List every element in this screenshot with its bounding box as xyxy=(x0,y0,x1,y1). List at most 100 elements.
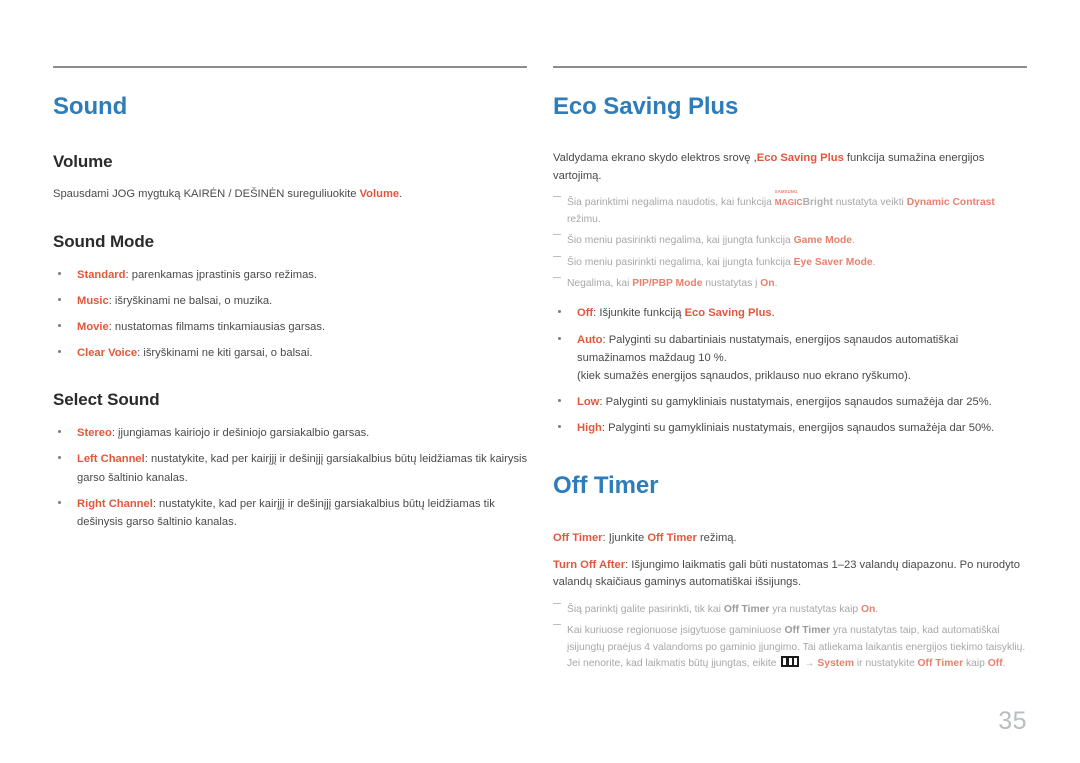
note-text: ir nustatykite xyxy=(854,658,918,670)
note-accent-term: Off xyxy=(987,658,1003,670)
heading-sound-mode: Sound Mode xyxy=(53,231,154,251)
off-timer-accent: Off Timer xyxy=(647,531,697,544)
note-dash-icon xyxy=(553,276,561,285)
bullet-dot-icon xyxy=(58,297,61,301)
list-item-term: Music xyxy=(77,294,109,307)
bullet-dot-icon xyxy=(558,336,561,340)
note-text: režimu. xyxy=(567,213,601,225)
note-text: → xyxy=(801,658,818,670)
bullet-dot-icon xyxy=(558,310,561,314)
left-column: Sound Volume Spausdami JOG mygtuką KAIRĖ… xyxy=(53,66,528,539)
list-item-term: Left Channel xyxy=(77,453,145,466)
note-line: Šią parinktį galite pasirinkti, tik kai … xyxy=(553,602,1028,618)
note-accent-term: Off Timer xyxy=(917,658,964,670)
note-text: . xyxy=(774,277,778,289)
note-text: . xyxy=(872,256,876,268)
heading-select-sound: Select Sound xyxy=(53,390,160,410)
note-text: yra nustatytas kaip xyxy=(769,603,861,615)
list-item-desc: : Palyginti su gamykliniais nustatymais,… xyxy=(599,396,992,409)
note-line: Negalima, kai PIP/PBP Mode nustatytas į … xyxy=(553,276,1028,292)
list-item-term: Standard xyxy=(77,268,126,281)
note-accent-term: On xyxy=(760,277,775,289)
section-rule-right xyxy=(553,66,1027,68)
note-strong-term: Off Timer xyxy=(784,625,831,637)
off-timer-para-2: Turn Off After: Išjungimo laikmatis gali… xyxy=(553,557,1028,592)
off-timer-post: režimą. xyxy=(696,531,737,544)
off-timer-para-1: Off Timer: Įjunkite Off Timer režimą. xyxy=(553,530,1028,547)
list-item: Low: Palyginti su gamykliniais nustatyma… xyxy=(553,393,1028,411)
list-item: Auto: Palyginti su dabartiniais nustatym… xyxy=(553,331,1028,385)
list-item-desc: : nustatomas filmams tinkamiausias garsa… xyxy=(108,321,326,334)
note-dash-icon xyxy=(553,624,561,632)
sound-mode-list: Standard: parenkamas įprastinis garso re… xyxy=(53,266,528,363)
volume-text-pre: Spausdami JOG mygtuką KAIRĖN / DEŠINĖN s… xyxy=(53,188,360,201)
list-item-desc: : Palyginti su dabartiniais nustatymais,… xyxy=(577,333,959,364)
note-line: Šio meniu pasirinkti negalima, kai įjung… xyxy=(553,233,1028,249)
list-item: Stereo: įjungiamas kairiojo ir dešiniojo… xyxy=(53,424,528,442)
off-timer-term: Off Timer xyxy=(553,531,603,544)
list-item-desc: : išryškinami ne kiti garsai, o balsai. xyxy=(137,347,313,360)
list-item-desc: : Išjunkite funkciją xyxy=(593,307,685,320)
note-text: nustatyta veikti xyxy=(832,197,907,209)
note-line: Šio meniu pasirinkti negalima, kai įjung… xyxy=(553,255,1028,271)
bullet-dot-icon xyxy=(558,425,561,429)
off-timer-notes: Šią parinktį galite pasirinkti, tik kai … xyxy=(553,602,1028,673)
page-title-eco-saving-plus: Eco Saving Plus xyxy=(553,93,739,120)
page-number: 35 xyxy=(998,707,1027,735)
list-item: Clear Voice: išryškinami ne kiti garsai,… xyxy=(53,344,528,362)
document-page: Sound Volume Spausdami JOG mygtuką KAIRĖ… xyxy=(0,0,1080,763)
note-accent-term: System xyxy=(817,658,855,670)
note-dash-icon xyxy=(553,255,561,264)
note-text: Šio meniu pasirinkti negalima, kai įjung… xyxy=(567,256,794,268)
list-item-term: High xyxy=(577,422,602,435)
eco-saving-list: Off: Išjunkite funkciją Eco Saving Plus.… xyxy=(553,304,1028,437)
list-item-desc: : išryškinami ne balsai, o muzika. xyxy=(108,294,273,307)
list-item: Left Channel: nustatykite, kad per kairį… xyxy=(53,450,528,486)
bullet-dot-icon xyxy=(58,430,61,434)
list-item-term: Off xyxy=(577,307,594,320)
note-text: . xyxy=(875,603,879,615)
list-item-term: Movie xyxy=(77,321,109,334)
volume-text-post: . xyxy=(399,188,403,201)
eco-intro: Valdydama ekrano skydo elektros srovę ,E… xyxy=(553,150,1028,185)
page-title-sound: Sound xyxy=(53,93,128,120)
bullet-dot-icon xyxy=(58,500,61,504)
section-rule-left xyxy=(53,66,527,68)
note-text: Negalima, kai xyxy=(567,277,633,289)
list-item-desc-accent: Eco Saving Plus xyxy=(684,307,772,320)
note-accent-term: Dynamic Contrast xyxy=(906,197,995,209)
magic-wordmark: MAGIC xyxy=(774,198,803,208)
list-item: High: Palyginti su gamykliniais nustatym… xyxy=(553,419,1028,437)
list-item: Movie: nustatomas filmams tinkamiausias … xyxy=(53,318,528,336)
note-accent-term: Eye Saver Mode xyxy=(793,256,873,268)
magic-bright-logo: SAMSUNG MAGICBright xyxy=(774,189,833,211)
bullet-dot-icon xyxy=(58,350,61,354)
samsung-wordmark: SAMSUNG xyxy=(774,189,798,195)
note-text: Šią parinktį galite pasirinkti, tik kai xyxy=(567,603,724,615)
list-item-term: Low xyxy=(577,396,600,409)
heading-volume: Volume xyxy=(53,152,113,172)
list-item-term: Right Channel xyxy=(77,497,153,510)
note-dash-icon xyxy=(553,234,561,242)
list-item-term: Clear Voice xyxy=(77,347,138,360)
eco-notes: Šia parinktimi negalima naudotis, kai fu… xyxy=(553,189,1028,292)
list-item-desc: : įjungiamas kairiojo ir dešiniojo garsi… xyxy=(111,427,370,440)
note-text: Kai kuriuose regionuose įsigytuose gamin… xyxy=(567,625,785,637)
bright-wordmark: Bright xyxy=(802,197,833,209)
list-item: Music: išryškinami ne balsai, o muzika. xyxy=(53,292,528,310)
volume-accent-term: Volume xyxy=(359,188,400,201)
eco-intro-pre: Valdydama ekrano skydo elektros srovę , xyxy=(553,152,757,165)
bullet-dot-icon xyxy=(58,271,61,275)
bullet-dot-icon xyxy=(58,456,61,460)
note-text: . xyxy=(852,235,855,247)
note-accent-term: On xyxy=(860,603,876,615)
page-title-off-timer: Off Timer xyxy=(553,472,659,500)
bullet-dot-icon xyxy=(558,399,561,403)
note-accent-term: Game Mode xyxy=(793,235,853,247)
list-item-term: Stereo xyxy=(77,427,112,440)
note-text: Šio meniu pasirinkti negalima, kai įjung… xyxy=(567,235,794,247)
note-text: kaip xyxy=(963,658,988,670)
note-line: Šia parinktimi negalima naudotis, kai fu… xyxy=(553,189,1028,228)
list-item: Off: Išjunkite funkciją Eco Saving Plus. xyxy=(553,304,1028,322)
eco-intro-accent: Eco Saving Plus xyxy=(756,152,844,165)
